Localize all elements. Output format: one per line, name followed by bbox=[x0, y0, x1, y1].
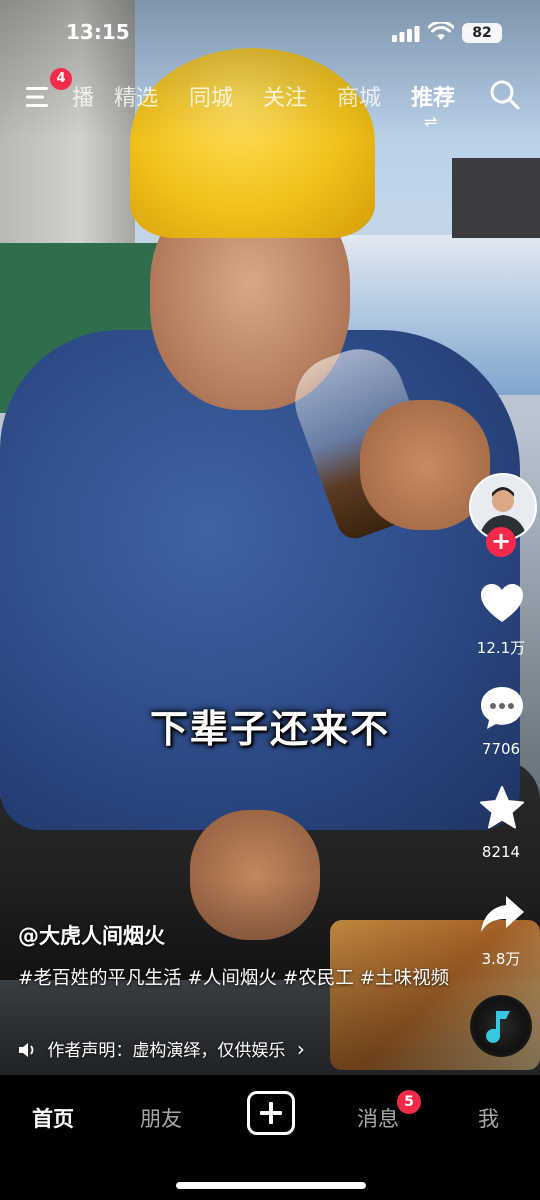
wifi-icon bbox=[428, 22, 454, 40]
tab-mall[interactable]: 商城 bbox=[337, 80, 381, 112]
author-name[interactable]: @大虎人间烟火 bbox=[18, 920, 165, 950]
menu-icon[interactable] bbox=[24, 82, 54, 112]
menu-badge: 4 bbox=[50, 68, 72, 90]
search-icon[interactable] bbox=[488, 78, 522, 112]
plus-icon bbox=[260, 1102, 282, 1124]
battery-indicator: 82 bbox=[462, 23, 502, 43]
follow-button[interactable]: + bbox=[486, 527, 516, 557]
bottom-tab-bar: 首页 朋友 消息 5 我 bbox=[0, 1075, 540, 1200]
create-button[interactable] bbox=[247, 1091, 295, 1135]
speaker-icon bbox=[19, 1043, 34, 1057]
tab-recommended[interactable]: 推荐 bbox=[411, 80, 455, 112]
video-frame[interactable] bbox=[0, 0, 540, 1075]
share-icon[interactable] bbox=[478, 890, 526, 938]
video-subtitle: 下辈子还来不 bbox=[149, 707, 390, 751]
tab-me[interactable]: 我 bbox=[478, 1103, 499, 1133]
tab-messages[interactable]: 消息 bbox=[357, 1103, 399, 1133]
music-note-icon bbox=[486, 1011, 510, 1043]
share-count: 3.8万 bbox=[481, 950, 521, 968]
tab-following[interactable]: 关注 bbox=[263, 80, 307, 112]
declaration-text: 作者声明：虚构演绎，仅供娱乐 bbox=[47, 1041, 286, 1061]
favorite-count: 8214 bbox=[481, 843, 521, 861]
status-time: 13:15 bbox=[66, 20, 130, 44]
tab-friends[interactable]: 朋友 bbox=[140, 1103, 182, 1133]
star-icon[interactable] bbox=[478, 784, 526, 832]
tab-home[interactable]: 首页 bbox=[32, 1103, 74, 1133]
cellular-signal-icon bbox=[392, 26, 420, 42]
home-indicator bbox=[176, 1182, 366, 1189]
switch-icon: ⇌ bbox=[424, 112, 438, 131]
top-nav: 4 播 精选 同城 关注 商城 推荐 ⇌ bbox=[0, 68, 540, 131]
heart-icon[interactable] bbox=[478, 580, 526, 628]
music-disc[interactable] bbox=[470, 995, 532, 1057]
tab-featured[interactable]: 精选 bbox=[114, 80, 158, 112]
status-bar: 13:15 82 bbox=[0, 18, 540, 48]
tab-nearby[interactable]: 同城 bbox=[189, 80, 233, 112]
tab-live[interactable]: 播 bbox=[72, 80, 94, 112]
chevron-right-icon: › bbox=[296, 1037, 305, 1061]
author-declaration[interactable]: 作者声明：虚构演绎，仅供娱乐 › bbox=[18, 1036, 305, 1061]
like-count: 12.1万 bbox=[476, 639, 526, 657]
messages-badge: 5 bbox=[397, 1090, 421, 1114]
video-description[interactable]: #老百姓的平凡生活 #人间烟火 #农民工 #土味视频 bbox=[18, 964, 458, 993]
dark-building bbox=[452, 158, 540, 238]
